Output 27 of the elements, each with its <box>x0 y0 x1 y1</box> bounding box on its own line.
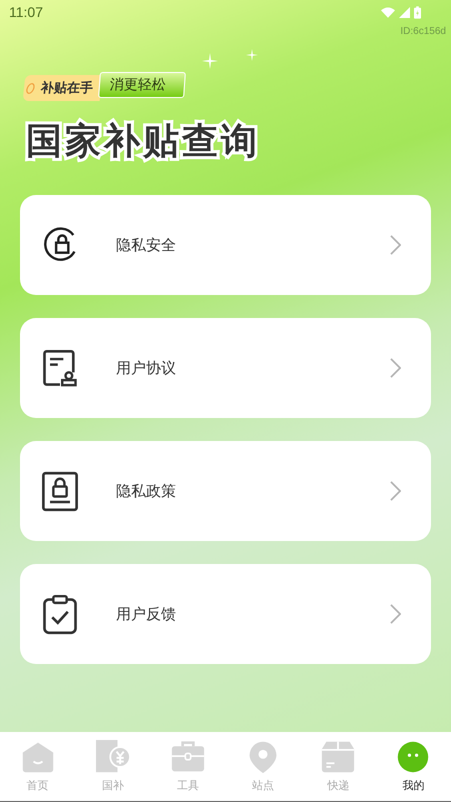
slogan-tag: 补贴在手 <box>22 75 102 101</box>
page-title: 国家补贴查询 <box>26 120 261 164</box>
menu-item[interactable]: 用户反馈 <box>20 564 431 664</box>
chevron-right-icon <box>390 235 401 255</box>
sparkle-icon <box>202 53 218 69</box>
signal-icon <box>399 6 410 18</box>
tab[interactable]: 我的 <box>376 732 451 801</box>
wifi-icon <box>381 6 395 18</box>
smiley-face-icon <box>396 740 430 774</box>
menu-item[interactable]: 隐私安全 <box>20 195 431 295</box>
clipboard-check-icon <box>40 594 80 634</box>
battery-icon <box>414 6 421 18</box>
device-id-label: ID:6c156d <box>400 26 446 37</box>
slogan-tag: 消更轻松 <box>98 72 186 98</box>
menu-item[interactable]: 用户协议 <box>20 318 431 418</box>
lock-document-icon <box>40 470 80 512</box>
ring-icon <box>25 82 36 94</box>
home-icon <box>20 740 55 774</box>
chevron-right-icon <box>390 481 401 501</box>
chevron-right-icon <box>390 358 401 378</box>
coin-card-icon <box>96 740 130 774</box>
toolbox-icon <box>170 740 205 774</box>
chevron-right-icon <box>390 604 401 624</box>
status-time: 11:07 <box>9 4 43 20</box>
sparkle-icon <box>246 49 258 61</box>
menu-item[interactable]: 隐私政策 <box>20 441 431 541</box>
package-icon <box>321 740 356 774</box>
